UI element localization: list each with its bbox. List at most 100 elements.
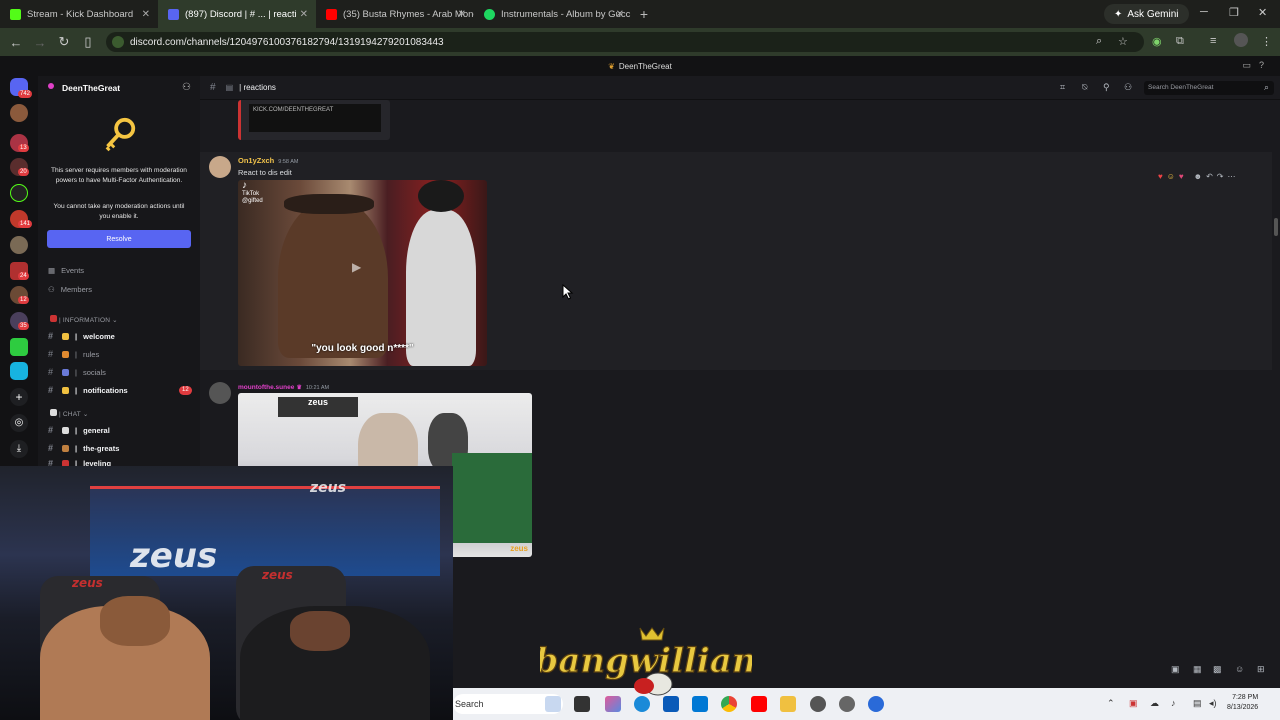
apps-icon[interactable]: ⊞: [1257, 664, 1265, 675]
zoom-icon[interactable]: ⌕: [1096, 35, 1102, 48]
server-badge: 35: [18, 322, 29, 330]
app-icon[interactable]: [868, 696, 884, 712]
more-options-icon[interactable]: ⋯: [1228, 172, 1236, 181]
server-icon[interactable]: [10, 362, 28, 380]
sticker-icon[interactable]: ▩: [1213, 664, 1222, 675]
forward-icon[interactable]: ↷: [1217, 172, 1224, 181]
server-icon[interactable]: [10, 104, 28, 122]
new-tab-button[interactable]: +: [632, 6, 656, 22]
role-badge-icon: ♛: [296, 385, 302, 391]
reply-icon[interactable]: ↶: [1206, 172, 1213, 181]
scrollbar-thumb[interactable]: [1274, 218, 1278, 236]
reload-icon[interactable]: ↻: [52, 34, 76, 50]
tray-chevron-icon[interactable]: ⌃: [1107, 698, 1115, 709]
server-icon[interactable]: [10, 184, 28, 202]
obs-icon[interactable]: [810, 696, 826, 712]
extensions-puzzle-icon[interactable]: ⧉: [1176, 35, 1184, 48]
laugh-reaction-icon[interactable]: ☺: [1167, 172, 1175, 181]
gift-icon[interactable]: ▣: [1171, 664, 1180, 675]
avatar[interactable]: [209, 382, 231, 404]
members-link[interactable]: ⚇ Members: [48, 285, 92, 294]
heart-reaction-icon[interactable]: ♥: [1158, 172, 1163, 181]
close-window-icon[interactable]: ✕: [1258, 6, 1267, 19]
zeus-sign: zeus: [278, 397, 358, 417]
video-head-right: [418, 180, 464, 212]
microphone-icon[interactable]: ♪: [1171, 698, 1176, 708]
tray-app-icon[interactable]: ▣: [1129, 698, 1138, 709]
server-icon[interactable]: [10, 236, 28, 254]
app-icon[interactable]: [839, 696, 855, 712]
tab-title: Stream - Kick Dashboard: [27, 8, 134, 20]
tab-title: Instrumentals - Album by Gucc: [501, 8, 631, 20]
play-icon[interactable]: ▶: [352, 260, 361, 274]
server-name[interactable]: DeenTheGreat: [62, 83, 120, 93]
browser-tab-spotify[interactable]: Instrumentals - Album by Gucc ✕: [474, 0, 632, 28]
wifi-icon[interactable]: ▤: [1193, 698, 1202, 709]
threads-icon[interactable]: ⌗: [1060, 82, 1065, 93]
message-author[interactable]: On1yZxch 9:58 AM: [238, 156, 298, 165]
channel-notifications[interactable]: # | notifications: [48, 385, 128, 395]
category-information[interactable]: | INFORMATION ⌄: [50, 315, 118, 324]
invite-people-icon[interactable]: ⚇: [182, 82, 191, 93]
browser-tab-discord[interactable]: (897) Discord | # ... | reacti ✕: [158, 0, 316, 28]
profile-avatar[interactable]: [1234, 33, 1248, 47]
back-icon[interactable]: ←: [4, 35, 28, 50]
server-icon[interactable]: [10, 338, 28, 356]
notification-mute-icon[interactable]: ⍉: [1082, 82, 1087, 93]
close-tab-icon[interactable]: ✕: [616, 9, 624, 20]
tray-app-icon[interactable]: ☁: [1150, 698, 1159, 709]
site-info-icon[interactable]: [112, 36, 124, 48]
browser-tab-kick[interactable]: Stream - Kick Dashboard ✕: [0, 0, 158, 28]
forward-icon[interactable]: →: [28, 35, 52, 50]
close-tab-icon[interactable]: ✕: [300, 9, 308, 20]
channel-socials[interactable]: # | socials: [48, 367, 106, 377]
hash-icon: #: [48, 385, 54, 395]
channel-title: | reactions: [239, 83, 276, 92]
channel-welcome[interactable]: # | welcome: [48, 331, 115, 341]
events-link[interactable]: ▦ Events: [48, 266, 84, 275]
menu-kebab-icon[interactable]: ⋮: [1261, 35, 1272, 48]
gif-icon[interactable]: ▦: [1193, 664, 1202, 675]
category-chat[interactable]: | CHAT ⌄: [50, 409, 88, 418]
close-tab-icon[interactable]: ✕: [142, 9, 150, 20]
taskbar-clock[interactable]: 7:28 PM 8/13/2026: [1227, 693, 1258, 713]
pin-icon[interactable]: ⚲: [1103, 82, 1110, 93]
chair-text: zeus: [72, 576, 103, 590]
media-control-icon[interactable]: ≡: [1210, 35, 1216, 47]
ask-gemini-button[interactable]: ✦ Ask Gemini: [1104, 4, 1189, 24]
close-tab-icon[interactable]: ✕: [458, 9, 466, 20]
discord-title-bar: ❦ DeenTheGreat ▭?: [0, 56, 1280, 76]
ring-sign-text: zeus: [310, 480, 346, 496]
titlebar-actions-icon[interactable]: ▭?: [1242, 60, 1272, 71]
search-input[interactable]: Search DeenTheGreat: [1144, 81, 1274, 95]
download-icon[interactable]: ⤓: [10, 440, 28, 458]
avatar[interactable]: [209, 156, 231, 178]
volume-icon[interactable]: ◂): [1209, 698, 1217, 709]
emoji-icon[interactable]: ☺: [1235, 664, 1244, 674]
address-bar[interactable]: discord.com/channels/1204976100376182794…: [106, 32, 1144, 52]
extension-icon[interactable]: ◉: [1152, 35, 1162, 48]
love-reaction-icon[interactable]: ♥: [1179, 172, 1184, 181]
resolve-button[interactable]: Resolve: [47, 230, 191, 248]
minimize-icon[interactable]: ─: [1200, 6, 1208, 18]
member-list-icon[interactable]: ⚇: [1124, 82, 1132, 93]
channel-the-greats[interactable]: # | the-greats: [48, 443, 119, 453]
previous-embed[interactable]: KICK.COM/DEENTHEGREAT: [238, 100, 390, 140]
chair-text: zeus: [262, 568, 293, 582]
embed-text: KICK.COM/DEENTHEGREAT: [253, 107, 334, 113]
maximize-icon[interactable]: ❐: [1229, 6, 1239, 19]
url-text: discord.com/channels/1204976100376182794…: [130, 36, 444, 48]
channel-general[interactable]: # | general: [48, 425, 110, 435]
discover-compass-icon[interactable]: ◎: [10, 414, 28, 432]
channel-rules[interactable]: # | rules: [48, 349, 99, 359]
file-explorer-icon[interactable]: [780, 696, 796, 712]
browser-tab-youtube[interactable]: (35) Busta Rhymes - Arab Mone ✕: [316, 0, 474, 28]
video-attachment[interactable]: ♪ TikTok @gifted ▶ "you look good n****": [238, 180, 487, 366]
add-server-icon[interactable]: +: [10, 388, 28, 406]
youtube-icon[interactable]: [751, 696, 767, 712]
add-reaction-icon[interactable]: ☻: [1194, 172, 1202, 181]
channel-label: notifications: [83, 385, 128, 395]
sidebar-toggle-icon[interactable]: ▯: [76, 34, 100, 50]
message-author[interactable]: mountofthe.sunee ♛ 10:21 AM: [238, 382, 329, 391]
bookmark-star-icon[interactable]: ☆: [1118, 35, 1128, 48]
